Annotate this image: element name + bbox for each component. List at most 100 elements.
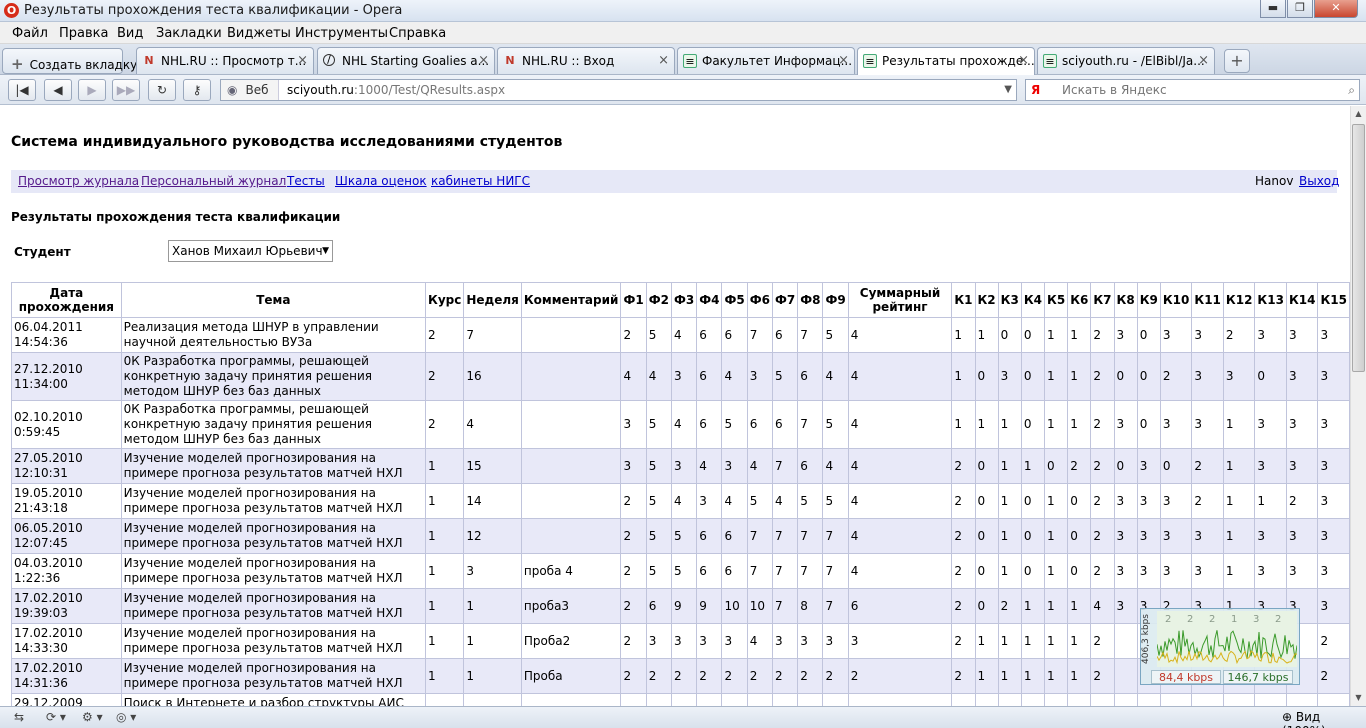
column-header: Суммарный рейтинг xyxy=(847,282,953,318)
table-cell: 1 xyxy=(1067,317,1092,353)
column-header: К3 xyxy=(997,282,1022,318)
yandex-icon[interactable]: Я xyxy=(1028,80,1056,100)
close-icon[interactable]: × xyxy=(1018,53,1029,68)
nav-personal-journal[interactable]: Персональный журнал xyxy=(141,174,286,188)
scroll-up-icon[interactable]: ▲ xyxy=(1351,106,1366,122)
rewind-button[interactable]: |◀ xyxy=(8,79,36,101)
table-cell: Изучение моделей прогнозирования на прим… xyxy=(120,623,427,659)
table-cell: 1 xyxy=(425,693,465,706)
table-cell: 6 xyxy=(797,448,824,484)
table-cell: 4 xyxy=(696,448,723,484)
nav-nigs-rooms[interactable]: кабинеты НИГС xyxy=(431,174,530,188)
table-cell: 2 xyxy=(1317,658,1350,694)
nav-journal-view[interactable]: Просмотр журнала xyxy=(18,174,139,188)
table-cell: 7 xyxy=(822,518,849,554)
table-cell: 1 xyxy=(997,518,1022,554)
window-titlebar: O Результаты прохождения теста квалифика… xyxy=(0,0,1366,22)
opera-logo-icon: O xyxy=(4,3,19,18)
table-cell: 2 xyxy=(1090,400,1115,449)
close-icon[interactable]: × xyxy=(838,53,849,68)
table-cell: 2 xyxy=(696,693,723,706)
close-button[interactable]: ✕ xyxy=(1314,0,1358,18)
menu-bookmarks[interactable]: Закладки xyxy=(156,26,222,41)
add-tab-button[interactable]: + xyxy=(1224,49,1250,73)
table-cell: 6 xyxy=(771,317,799,353)
table-cell: 1 xyxy=(1222,483,1256,519)
back-button[interactable]: ◀ xyxy=(44,79,72,101)
close-icon[interactable]: × xyxy=(1198,53,1209,68)
table-cell: 4 xyxy=(721,352,748,401)
tab-results[interactable]: ≡ Результаты прохожде... × xyxy=(857,47,1035,75)
column-header: К10 xyxy=(1159,282,1193,318)
table-row: 27.05.2010 12:10:31 Изучение моделей прог… xyxy=(11,448,1350,484)
nav-grade-scale[interactable]: Шкала оценок xyxy=(335,174,427,188)
table-cell: 3 xyxy=(1113,518,1138,554)
unite-icon[interactable]: ⚙ ▾ xyxy=(82,710,103,724)
search-input[interactable] xyxy=(1062,81,1332,99)
scroll-down-icon[interactable]: ▼ xyxy=(1351,690,1366,706)
table-cell: 1 xyxy=(1020,588,1046,624)
menu-help[interactable]: Справка xyxy=(389,26,446,41)
logout-link[interactable]: Выход xyxy=(1299,174,1339,188)
tab-nhl-goalies[interactable]: / NHL Starting Goalies a... × xyxy=(317,47,495,74)
student-select[interactable]: Ханов Михаил Юрьевич ▼ xyxy=(168,240,333,262)
menu-edit[interactable]: Правка xyxy=(59,26,108,41)
tab-nhl-login[interactable]: N NHL.RU :: Вход × xyxy=(497,47,675,74)
table-cell: 2 xyxy=(425,352,465,401)
panel-toggle-icon[interactable]: ⇆ xyxy=(14,710,24,724)
table-cell: 2 xyxy=(1090,553,1115,589)
menu-widgets[interactable]: Виджеты xyxy=(227,26,291,41)
table-cell: 3 xyxy=(1317,483,1350,519)
new-tab-button[interactable]: + Создать вкладку xyxy=(2,48,137,74)
table-cell: 0 xyxy=(997,317,1022,353)
close-icon[interactable]: × xyxy=(478,53,489,68)
tab-sciyouth[interactable]: ≡ sciyouth.ru - /ElBibl/Ja... × xyxy=(1037,47,1215,74)
table-cell: 3 xyxy=(645,623,672,659)
tab-faculty[interactable]: ≡ Факультет Информац... × xyxy=(677,47,855,74)
table-cell: 4 xyxy=(847,518,953,554)
key-icon[interactable]: ⚷ xyxy=(183,79,211,101)
reload-button[interactable]: ↻ xyxy=(148,79,176,101)
zoom-level[interactable]: ⊕ Вид (100%) xyxy=(1282,710,1366,728)
menu-file[interactable]: Файл xyxy=(12,26,48,41)
table-cell: 7 xyxy=(746,553,773,589)
search-icon[interactable]: ⌕ xyxy=(1348,80,1355,100)
scrollbar-thumb[interactable] xyxy=(1352,124,1365,372)
table-cell: 16 xyxy=(463,352,522,401)
table-cell: 0 xyxy=(1254,352,1287,401)
table-cell: 7 xyxy=(746,518,773,554)
table-cell: 02.10.2010 0:59:45 xyxy=(11,400,122,449)
table-cell: 3 xyxy=(1159,317,1193,353)
close-icon[interactable]: × xyxy=(658,53,669,68)
table-cell: 0 xyxy=(974,448,999,484)
table-cell: 5 xyxy=(746,483,773,519)
forward-button[interactable]: ▶ xyxy=(78,79,106,101)
table-cell: проба 4 xyxy=(520,553,622,589)
traffic-monitor-widget[interactable]: 406,3 kbps 2 2 2 1 3 2 84,4 kbps 146,7 kbps xyxy=(1140,608,1300,685)
table-cell: 1 xyxy=(1222,518,1256,554)
table-cell: 2 xyxy=(1090,352,1115,401)
minimize-button[interactable]: ▬ xyxy=(1260,0,1286,18)
table-cell: 4 xyxy=(847,448,953,484)
table-cell: 5 xyxy=(822,400,849,449)
table-cell: 5 xyxy=(771,352,799,401)
sync-icon[interactable]: ⟳ ▾ xyxy=(46,710,66,724)
table-cell: 3 xyxy=(1113,317,1138,353)
fast-forward-button[interactable]: ▶▶ xyxy=(112,79,140,101)
chevron-down-icon[interactable]: ▼ xyxy=(1004,80,1012,100)
vertical-scrollbar[interactable]: ▲ ▼ xyxy=(1350,106,1366,706)
menu-view[interactable]: Вид xyxy=(117,26,143,41)
table-cell: 2 xyxy=(951,658,976,694)
url-field[interactable]: ◉ Веб sciyouth.ru:1000/Test/QResults.aspx… xyxy=(220,79,1017,101)
close-icon[interactable]: × xyxy=(297,53,308,68)
table-cell: 2 xyxy=(1191,483,1224,519)
column-header: К1 xyxy=(951,282,976,318)
nav-tests[interactable]: Тесты xyxy=(287,174,325,188)
menu-tools[interactable]: Инструменты xyxy=(295,26,388,41)
table-cell: 1 xyxy=(463,588,522,624)
tab-nhl-view[interactable]: N NHL.RU :: Просмотр т... × xyxy=(136,47,314,74)
turbo-icon[interactable]: ◎ ▾ xyxy=(116,710,136,724)
table-cell: 0 xyxy=(974,553,999,589)
web-label: Веб xyxy=(245,83,269,97)
maximize-button[interactable]: ❐ xyxy=(1287,0,1313,18)
